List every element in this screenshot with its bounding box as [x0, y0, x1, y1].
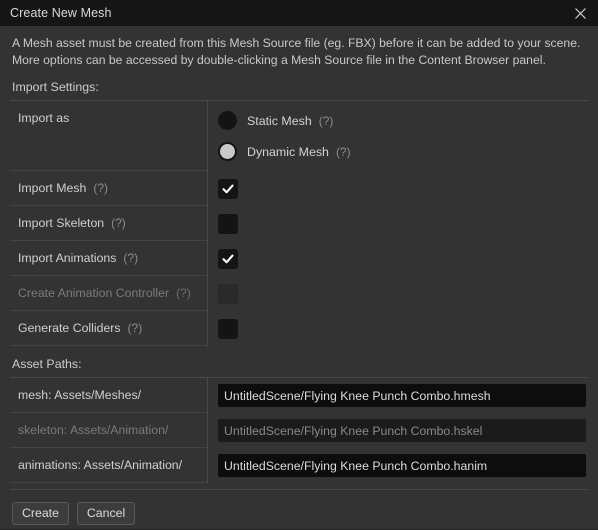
generate-colliders-label: Generate Colliders	[18, 321, 121, 335]
help-icon-import-skeleton[interactable]: (?)	[111, 216, 126, 230]
import-settings-control-column: Static Mesh (?) Dynamic Mesh (?)	[208, 101, 588, 346]
create-button[interactable]: Create	[12, 502, 69, 525]
checkbox-import-animations[interactable]	[218, 248, 238, 269]
help-icon-import-animations[interactable]: (?)	[123, 251, 138, 265]
row-label-import-skeleton: Import Skeleton (?)	[10, 206, 207, 241]
dialog-footer: Create Cancel	[10, 490, 588, 525]
input-row-skeleton-path	[218, 413, 588, 448]
radio-static-mesh-label: Static Mesh	[247, 113, 312, 128]
help-icon-create-animation-controller: (?)	[176, 286, 191, 300]
radio-dynamic-mesh-label: Dynamic Mesh	[247, 144, 329, 159]
dialog-title: Create New Mesh	[10, 6, 112, 20]
radio-dynamic-mesh-icon[interactable]	[218, 142, 237, 161]
close-icon[interactable]	[570, 3, 590, 23]
checkbox-row-import-animations	[218, 241, 588, 276]
asset-paths-grid: mesh: Assets/Meshes/ skeleton: Assets/An…	[10, 378, 588, 483]
row-label-skeleton-path: skeleton: Assets/Animation/	[10, 413, 207, 448]
help-icon-generate-colliders[interactable]: (?)	[128, 321, 143, 335]
input-row-animations-path	[218, 448, 588, 483]
row-label-create-animation-controller: Create Animation Controller (?)	[10, 276, 207, 311]
import-animations-label: Import Animations	[18, 251, 117, 265]
input-row-mesh-path	[218, 378, 588, 413]
import-as-label: Import as	[18, 111, 70, 125]
radio-static-mesh-icon[interactable]	[218, 111, 237, 130]
mesh-path-input[interactable]	[218, 384, 586, 407]
cancel-button[interactable]: Cancel	[76, 502, 136, 525]
dialog-description: A Mesh asset must be created from this M…	[12, 36, 581, 67]
row-label-import-animations: Import Animations (?)	[10, 241, 207, 276]
dialog-body: A Mesh asset must be created from this M…	[0, 26, 598, 530]
radio-option-dynamic-mesh[interactable]: Dynamic Mesh (?)	[218, 136, 351, 167]
dialog-titlebar: Create New Mesh	[0, 0, 598, 26]
animations-path-input[interactable]	[218, 454, 586, 477]
import-settings-grid: Import as Import Mesh (?) Import Skeleto…	[10, 101, 588, 346]
checkbox-create-animation-controller	[218, 283, 238, 304]
row-label-animations-path: animations: Assets/Animation/	[10, 448, 207, 483]
checkbox-row-generate-colliders	[218, 311, 588, 346]
asset-paths-input-column	[208, 378, 588, 483]
checkbox-row-create-animation-controller	[218, 276, 588, 311]
mesh-path-label: mesh: Assets/Meshes/	[18, 388, 142, 402]
asset-paths-heading: Asset Paths:	[12, 357, 82, 371]
help-icon-static-mesh[interactable]: (?)	[319, 114, 334, 128]
radio-option-static-mesh[interactable]: Static Mesh (?)	[218, 105, 333, 136]
import-settings-heading: Import Settings:	[12, 80, 99, 94]
create-new-mesh-dialog: Create New Mesh A Mesh asset must be cre…	[0, 0, 598, 530]
checkbox-import-skeleton[interactable]	[218, 213, 238, 234]
import-settings-label-column: Import as Import Mesh (?) Import Skeleto…	[10, 101, 207, 346]
import-as-options: Static Mesh (?) Dynamic Mesh (?)	[218, 101, 588, 171]
row-label-import-mesh: Import Mesh (?)	[10, 171, 207, 206]
checkbox-row-import-mesh	[218, 171, 588, 206]
skeleton-path-input	[218, 419, 586, 442]
help-icon-import-mesh[interactable]: (?)	[93, 181, 108, 195]
row-label-generate-colliders: Generate Colliders (?)	[10, 311, 207, 346]
create-animation-controller-label: Create Animation Controller	[18, 286, 170, 300]
help-icon-dynamic-mesh[interactable]: (?)	[336, 145, 351, 159]
checkbox-generate-colliders[interactable]	[218, 318, 238, 339]
checkbox-import-mesh[interactable]	[218, 178, 238, 199]
checkbox-row-import-skeleton	[218, 206, 588, 241]
import-skeleton-label: Import Skeleton	[18, 216, 105, 230]
skeleton-path-label: skeleton: Assets/Animation/	[18, 423, 169, 437]
row-label-mesh-path: mesh: Assets/Meshes/	[10, 378, 207, 413]
asset-paths-label-column: mesh: Assets/Meshes/ skeleton: Assets/An…	[10, 378, 207, 483]
animations-path-label: animations: Assets/Animation/	[18, 458, 183, 472]
import-mesh-label: Import Mesh	[18, 181, 87, 195]
row-label-import-as: Import as	[10, 101, 207, 171]
